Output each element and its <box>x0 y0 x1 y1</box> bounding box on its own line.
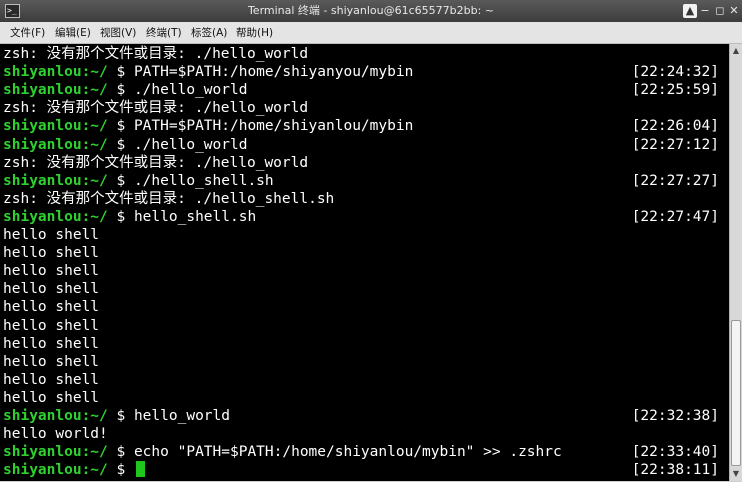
timestamp: [22:38:11] <box>631 462 719 479</box>
shell-prompt: shiyanlou:~/ <box>3 82 108 99</box>
command-line: shiyanlou:~/ $ hello_world [22:32:38] <box>3 407 719 425</box>
output-text: hello shell <box>3 281 100 298</box>
command-line: shiyanlou:~/ $ [22:38:11] <box>3 461 719 479</box>
output-text: hello shell <box>3 335 100 352</box>
command-line: shiyanlou:~/ $ echo "PATH=$PATH:/home/sh… <box>3 443 719 461</box>
timestamp: [22:27:12] <box>631 136 719 153</box>
output-text: hello shell <box>3 317 100 334</box>
title-bar[interactable]: >_ Terminal 终端 - shiyanlou@61c65577b2bb:… <box>0 0 742 22</box>
window-title: Terminal 终端 - shiyanlou@61c65577b2bb: ~ <box>247 4 495 17</box>
timestamp: [22:27:47] <box>631 208 719 225</box>
shell-prompt: shiyanlou:~/ <box>3 118 108 135</box>
timestamp: [22:26:04] <box>631 118 719 135</box>
timestamp: [22:25:59] <box>631 82 719 99</box>
chevron-up-icon[interactable]: ▲ <box>731 46 741 56</box>
shell-prompt: shiyanlou:~/ <box>3 408 108 424</box>
timestamp: [22:27:27] <box>631 172 719 189</box>
shell-prompt: shiyanlou:~/ <box>3 64 108 81</box>
timestamp: [22:32:38] <box>631 408 719 424</box>
output-text: hello shell <box>3 371 100 388</box>
command-text: $ hello_world <box>107 408 230 424</box>
output-line: hello shell <box>3 244 719 262</box>
command-line: shiyanlou:~/ $ ./hello_world [22:25:59] <box>3 81 719 99</box>
menu-help[interactable]: 帮助(H) <box>236 26 273 40</box>
menu-edit[interactable]: 编辑(E) <box>55 26 91 40</box>
shell-prompt: shiyanlou:~/ <box>3 136 108 153</box>
timestamp: [22:33:40] <box>631 444 719 461</box>
command-text: $ ./hello_shell.sh <box>107 172 274 189</box>
shell-prompt: shiyanlou:~/ <box>3 444 108 461</box>
output-text: zsh: 没有那个文件或目录: ./hello_world <box>3 46 309 62</box>
maximize-button[interactable]: ◻ <box>713 4 727 18</box>
minimize-button[interactable]: − <box>698 4 712 18</box>
output-line: hello world! <box>3 425 719 443</box>
output-text: hello shell <box>3 227 100 243</box>
menu-bar: 文件(F) 编辑(E) 视图(V) 终端(T) 标签(A) 帮助(H) <box>0 22 742 44</box>
shell-prompt: shiyanlou:~/ <box>3 208 108 225</box>
text-cursor <box>135 461 145 478</box>
command-line: shiyanlou:~/ $ ./hello_world [22:27:12] <box>3 136 719 154</box>
command-line: shiyanlou:~/ $ PATH=$PATH:/home/shiyanyo… <box>3 63 719 81</box>
menu-terminal[interactable]: 终端(T) <box>146 26 182 40</box>
shell-prompt: shiyanlou:~/ <box>3 462 108 479</box>
output-text: zsh: 没有那个文件或目录: ./hello_world <box>3 154 309 171</box>
output-text: hello shell <box>3 389 100 406</box>
menu-view[interactable]: 视图(V) <box>100 26 136 40</box>
command-line: shiyanlou:~/ $ hello_shell.sh [22:27:47] <box>3 208 719 226</box>
output-line: hello shell <box>3 317 719 335</box>
output-line: hello shell <box>3 335 719 353</box>
command-text: $ PATH=$PATH:/home/shiyanlou/mybin <box>107 118 414 135</box>
scrollbar-thumb[interactable] <box>731 320 741 466</box>
output-line: hello shell <box>3 389 719 407</box>
output-text: zsh: 没有那个文件或目录: ./hello_world <box>3 100 309 117</box>
output-line: hello shell <box>3 298 719 316</box>
output-line: hello shell <box>3 226 719 244</box>
shell-prompt: shiyanlou:~/ <box>3 172 108 189</box>
output-text: hello shell <box>3 263 100 280</box>
close-button[interactable]: ✕ <box>727 4 741 18</box>
output-text: zsh: 没有那个文件或目录: ./hello_shell.sh <box>3 190 335 207</box>
output-line: zsh: 没有那个文件或目录: ./hello_shell.sh <box>3 190 719 208</box>
output-line: zsh: 没有那个文件或目录: ./hello_world <box>3 154 719 172</box>
menu-file[interactable]: 文件(F) <box>10 26 45 40</box>
timestamp: [22:24:32] <box>631 64 719 81</box>
command-text: $ echo "PATH=$PATH:/home/shiyanlou/mybin… <box>107 444 562 461</box>
output-line: hello shell <box>3 371 719 389</box>
command-line: shiyanlou:~/ $ PATH=$PATH:/home/shiyanlo… <box>3 117 719 135</box>
command-text: $ ./hello_world <box>107 82 248 99</box>
output-text: hello world! <box>3 426 108 443</box>
terminal-output[interactable]: zsh: 没有那个文件或目录: ./hello_world shiyanlou:~… <box>0 44 729 481</box>
output-text: hello shell <box>3 299 100 316</box>
output-line: hello shell <box>3 280 719 298</box>
shade-button[interactable]: ▲ <box>683 4 697 18</box>
command-text: $ <box>107 462 134 479</box>
chevron-down-icon[interactable]: ▼ <box>731 469 741 479</box>
command-line: shiyanlou:~/ $ ./hello_shell.sh [22:27:27… <box>3 172 719 190</box>
command-text: $ PATH=$PATH:/home/shiyanyou/mybin <box>107 64 414 81</box>
terminal-window: >_ Terminal 终端 - shiyanlou@61c65577b2bb:… <box>0 0 742 482</box>
output-line: zsh: 没有那个文件或目录: ./hello_world <box>3 99 719 117</box>
output-line: zsh: 没有那个文件或目录: ./hello_world <box>3 45 719 63</box>
menu-tabs[interactable]: 标签(A) <box>191 26 227 40</box>
output-line: hello shell <box>3 262 719 280</box>
vertical-scrollbar[interactable]: ▲ ▼ <box>729 44 742 481</box>
output-text: hello shell <box>3 245 100 262</box>
command-text: $ hello_shell.sh <box>107 208 257 225</box>
command-text: $ ./hello_world <box>107 136 248 153</box>
output-text: hello shell <box>3 353 100 370</box>
output-line: hello shell <box>3 353 719 371</box>
